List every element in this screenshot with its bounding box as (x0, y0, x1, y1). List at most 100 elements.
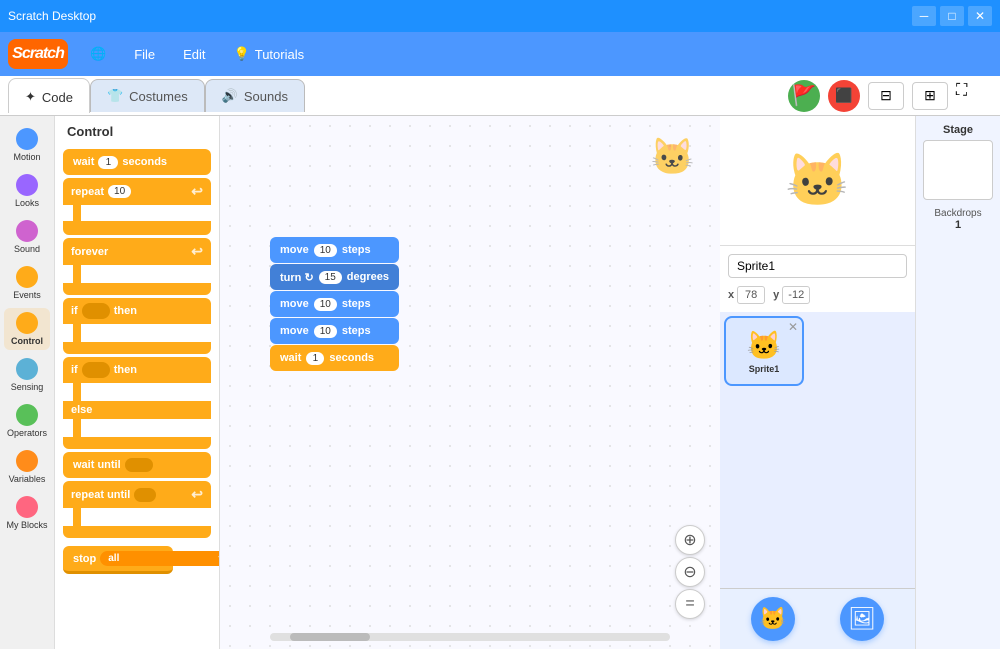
scrollbar-thumb[interactable] (290, 633, 370, 641)
zoom-out-icon: ⊖ (683, 562, 696, 582)
app-title: Scratch Desktop (8, 9, 96, 23)
events-dot (16, 266, 38, 288)
blocks-palette: Motion Looks Sound Events Control Sensin… (0, 116, 55, 649)
block-wait-until[interactable]: wait until (63, 452, 211, 478)
coord-y: y -12 (773, 286, 810, 304)
tutorials-menu[interactable]: 💡 Tutorials (222, 40, 317, 68)
toolbar-right: 🚩 ⬛ ⊟ ⊞ ⛶ (788, 80, 1000, 112)
title-bar: Scratch Desktop ─ □ ✕ (0, 0, 1000, 32)
right-panel: 🐱 x 78 y -12 ✕ 🐱 Sprit (720, 116, 915, 649)
block-stop-wrap: stop all this script other scripts in sp… (63, 546, 211, 574)
sidebar-item-sensing[interactable]: Sensing (4, 354, 50, 396)
add-backdrop-button[interactable]: 🖼 (840, 597, 884, 641)
block-forever-wrap: forever ↩ (63, 238, 211, 295)
sidebar-item-variables[interactable]: Variables (4, 446, 50, 488)
block-wait[interactable]: wait 1 seconds (63, 149, 211, 175)
block-if[interactable]: if then (63, 298, 211, 324)
minimize-button[interactable]: ─ (912, 6, 936, 26)
stage-section: Stage Backdrops 1 (915, 116, 1000, 649)
coord-x: x 78 (728, 286, 765, 304)
sensing-dot (16, 358, 38, 380)
stage-preview: 🐱 (720, 116, 915, 246)
small-stage-button[interactable]: ⊟ (868, 82, 904, 110)
code-icon: ✦ (25, 89, 36, 105)
zoom-controls: ⊕ ⊖ = (675, 525, 705, 619)
motion-dot (16, 128, 38, 150)
globe-icon: 🌐 (90, 46, 106, 62)
sprite-name-input[interactable] (728, 254, 907, 278)
block-repeat-until[interactable]: repeat until ↩ (63, 481, 211, 508)
large-stage-button[interactable]: ⊞ (912, 82, 948, 110)
scratch-logo: Scratch (8, 39, 68, 69)
file-menu[interactable]: File (122, 41, 167, 68)
add-sprite-button[interactable]: 🐱 (751, 597, 795, 641)
zoom-reset-button[interactable]: = (675, 589, 705, 619)
sidebar-item-looks[interactable]: Looks (4, 170, 50, 212)
canvas-block-move1[interactable]: move 10 steps (270, 237, 399, 263)
canvas-block-wait[interactable]: wait 1 seconds (270, 345, 399, 371)
stop-button[interactable]: ⬛ (828, 80, 860, 112)
myblocks-dot (16, 496, 38, 518)
sidebar-item-operators[interactable]: Operators (4, 400, 50, 442)
costume-icon: 👕 (107, 88, 123, 104)
stage-label: Stage (943, 124, 973, 136)
sidebar-item-events[interactable]: Events (4, 262, 50, 304)
sprite-list-area: ✕ 🐱 Sprite1 (720, 312, 915, 588)
panel-title: Control (63, 124, 211, 139)
zoom-in-icon: ⊕ (683, 530, 696, 550)
tab-code[interactable]: ✦ Code (8, 78, 90, 113)
stage-box (923, 140, 993, 200)
block-ifelse[interactable]: if then (63, 357, 211, 383)
sprite-remove-icon[interactable]: ✕ (788, 320, 798, 334)
sprite-coords: x 78 y -12 (728, 286, 907, 304)
tab-sounds[interactable]: 🔊 Sounds (205, 79, 305, 112)
block-repeat[interactable]: repeat 10 ↩ (63, 178, 211, 205)
sidebar-item-motion[interactable]: Motion (4, 124, 50, 166)
sprite-thumb-label: Sprite1 (749, 364, 780, 374)
menu-bar: Scratch 🌐 File Edit 💡 Tutorials (0, 32, 1000, 76)
tab-costumes[interactable]: 👕 Costumes (90, 79, 205, 112)
globe-menu[interactable]: 🌐 (78, 40, 118, 68)
main-layout: Motion Looks Sound Events Control Sensin… (0, 116, 1000, 649)
maximize-button[interactable]: □ (940, 6, 964, 26)
sidebar-item-control[interactable]: Control (4, 308, 50, 350)
sprite-thumb-image: 🐱 (747, 329, 782, 362)
fullscreen-button[interactable]: ⛶ (956, 82, 988, 110)
sidebar-item-myblocks[interactable]: My Blocks (4, 492, 50, 534)
canvas-block-move3[interactable]: move 10 steps (270, 318, 399, 344)
sprite-thumb-sprite1[interactable]: ✕ 🐱 Sprite1 (724, 316, 804, 386)
backdrops-label: Backdrops (934, 208, 981, 219)
blocks-panel: Control wait 1 seconds repeat 10 ↩ forev… (55, 116, 220, 649)
add-sprite-icon: 🐱 (759, 606, 786, 632)
control-dot (16, 312, 38, 334)
script-area[interactable]: 🐱 move 10 steps turn ↻ 15 degrees move 1… (220, 116, 720, 649)
sound-icon: 🔊 (222, 88, 238, 104)
add-backdrop-icon: 🖼 (848, 606, 876, 632)
block-ifelse-wrap: if then else (63, 357, 211, 449)
close-button[interactable]: ✕ (968, 6, 992, 26)
edit-menu[interactable]: Edit (171, 41, 217, 68)
variables-dot (16, 450, 38, 472)
operators-dot (16, 404, 38, 426)
stop-select[interactable]: all this script other scripts in sprite (100, 551, 220, 566)
block-stop[interactable]: stop all this script other scripts in sp… (63, 546, 173, 574)
horizontal-scrollbar[interactable] (270, 633, 670, 641)
block-repeat-wrap: repeat 10 ↩ (63, 178, 211, 235)
bulb-icon: 💡 (234, 46, 250, 62)
sprite-name-row (728, 254, 907, 278)
looks-dot (16, 174, 38, 196)
cat-sprite-canvas: 🐱 (650, 136, 695, 178)
canvas-block-turn[interactable]: turn ↻ 15 degrees (270, 264, 399, 290)
green-flag-button[interactable]: 🚩 (788, 80, 820, 112)
zoom-in-button[interactable]: ⊕ (675, 525, 705, 555)
backdrops-count: 1 (955, 219, 961, 231)
zoom-out-button[interactable]: ⊖ (675, 557, 705, 587)
sidebar-item-sound[interactable]: Sound (4, 216, 50, 258)
bottom-actions: 🐱 🖼 (720, 588, 915, 649)
tab-toolbar-row: ✦ Code 👕 Costumes 🔊 Sounds 🚩 ⬛ ⊟ ⊞ ⛶ (0, 76, 1000, 116)
script-stack: move 10 steps turn ↻ 15 degrees move 10 … (270, 236, 399, 372)
sound-dot (16, 220, 38, 242)
block-forever[interactable]: forever ↩ (63, 238, 211, 265)
block-repeat-until-wrap: repeat until ↩ (63, 481, 211, 538)
canvas-block-move2[interactable]: move 10 steps (270, 291, 399, 317)
